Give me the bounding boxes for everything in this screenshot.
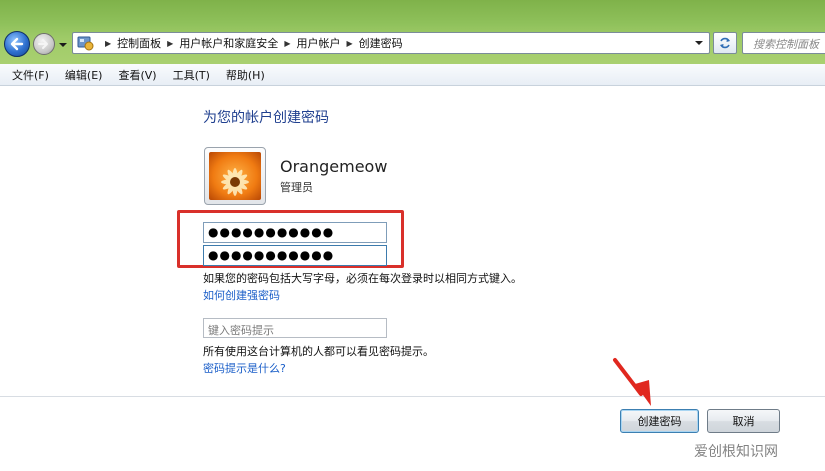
page-title: 为您的帐户创建密码 xyxy=(203,110,329,126)
annotation-arrow-icon xyxy=(613,358,651,406)
hint-visibility-text: 所有使用这台计算机的人都可以看见密码提示。 xyxy=(203,345,434,358)
password-hint-help-link[interactable]: 密码提示是什么? xyxy=(203,360,286,376)
breadcrumb-control-panel[interactable]: 控制面板 xyxy=(117,35,161,51)
menu-tools[interactable]: 工具(T) xyxy=(165,67,218,83)
window-chrome: ▶ 控制面板 ▶ 用户帐户和家庭安全 ▶ 用户帐户 ▶ 创建密码 搜索控制面板 xyxy=(0,0,825,64)
control-panel-icon xyxy=(77,36,94,51)
refresh-icon xyxy=(720,37,730,49)
menu-help[interactable]: 帮助(H) xyxy=(218,67,273,83)
refresh-button[interactable] xyxy=(713,32,737,54)
breadcrumb-separator-icon: ▶ xyxy=(346,38,353,48)
create-password-button[interactable]: 创建密码 xyxy=(620,409,699,433)
breadcrumb-create-password[interactable]: 创建密码 xyxy=(359,35,403,51)
recent-pages-dropdown-icon[interactable] xyxy=(58,40,68,50)
address-bar[interactable]: ▶ 控制面板 ▶ 用户帐户和家庭安全 ▶ 用户帐户 ▶ 创建密码 xyxy=(72,32,710,54)
strong-password-link[interactable]: 如何创建强密码 xyxy=(203,287,280,303)
menu-bar: 文件(F) 编辑(E) 查看(V) 工具(T) 帮助(H) xyxy=(0,64,825,86)
back-arrow-icon xyxy=(10,37,24,51)
breadcrumb-separator-icon: ▶ xyxy=(105,38,112,48)
new-password-input[interactable]: ●●●●●●●●●●● xyxy=(203,222,387,243)
breadcrumb-user-accounts[interactable]: 用户帐户 xyxy=(296,35,340,51)
confirm-password-input[interactable]: ●●●●●●●●●●● xyxy=(203,245,387,266)
breadcrumb-separator-icon: ▶ xyxy=(167,38,174,48)
divider xyxy=(0,396,825,397)
back-button[interactable] xyxy=(4,31,30,57)
breadcrumb-separator-icon: ▶ xyxy=(284,38,291,48)
avatar xyxy=(204,147,266,205)
user-name: Orangemeow xyxy=(280,157,388,176)
forward-button[interactable] xyxy=(33,33,55,55)
menu-edit[interactable]: 编辑(E) xyxy=(57,67,111,83)
menu-file[interactable]: 文件(F) xyxy=(4,67,57,83)
cancel-button[interactable]: 取消 xyxy=(707,409,780,433)
caps-warning-text: 如果您的密码包括大写字母，必须在每次登录时以相同方式键入。 xyxy=(203,272,522,285)
search-input[interactable]: 搜索控制面板 xyxy=(742,32,825,54)
breadcrumb: ▶ 控制面板 ▶ 用户帐户和家庭安全 ▶ 用户帐户 ▶ 创建密码 xyxy=(99,35,403,51)
orange-flower-avatar-icon xyxy=(209,152,261,200)
breadcrumb-user-accounts-family-safety[interactable]: 用户帐户和家庭安全 xyxy=(179,35,278,51)
forward-arrow-icon xyxy=(38,39,48,49)
user-role: 管理员 xyxy=(280,181,313,194)
address-dropdown-icon[interactable] xyxy=(695,39,703,47)
watermark: 爱创根知识网 xyxy=(694,444,778,460)
password-hint-input[interactable]: 键入密码提示 xyxy=(203,318,387,338)
menu-view[interactable]: 查看(V) xyxy=(110,67,164,83)
